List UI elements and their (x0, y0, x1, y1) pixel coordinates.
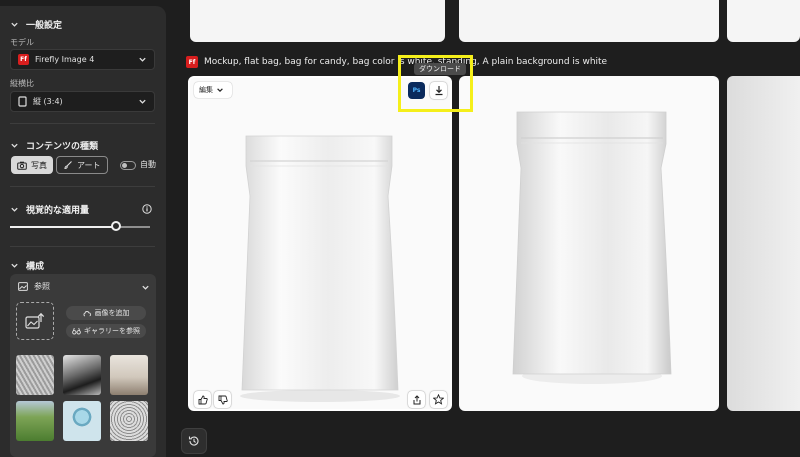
result-card-selected[interactable]: 編集 Ps (188, 76, 452, 411)
cloud-upload-icon (83, 311, 91, 317)
reference-thumbnail-owl-sketch[interactable] (110, 401, 148, 441)
model-value: Firefly Image 4 (35, 55, 95, 64)
brush-icon (64, 161, 72, 170)
reference-thumbnail-interior[interactable] (110, 355, 148, 395)
reference-image-icon (18, 282, 28, 291)
photo-chip[interactable]: 写真 (11, 156, 53, 174)
pouch-mockup-image (512, 111, 672, 384)
firefly-logo-icon: Ff (18, 54, 29, 65)
edit-label: 編集 (199, 86, 213, 94)
chevron-down-icon (11, 207, 18, 212)
result-card[interactable] (727, 76, 800, 411)
content-type-title: コンテンツの種類 (26, 142, 99, 152)
aspect-ratio-select[interactable]: 縦 (3:4) (10, 91, 155, 112)
divider (10, 246, 155, 247)
previous-result-card[interactable] (727, 0, 800, 42)
browse-gallery-button[interactable]: ギャラリーを参照 (66, 324, 146, 338)
share-icon (413, 394, 420, 404)
settings-sidebar: 一般設定 モデル Ff Firefly Image 4 縦横比 縦 (3:4) … (0, 6, 166, 457)
composition-reference-panel: 参照 画像を追加 ギャラリーを参照 (10, 274, 156, 457)
chevron-down-icon (139, 99, 146, 104)
thumbs-up-button[interactable] (194, 391, 211, 408)
add-image-label: 画像を追加 (94, 309, 130, 317)
visual-intensity-slider-fill (10, 226, 117, 228)
aspect-ratio-label: 縦横比 (10, 79, 34, 88)
history-button[interactable] (181, 428, 207, 454)
art-label: アート (77, 160, 101, 170)
highlight-annotation (398, 55, 473, 112)
chevron-down-icon[interactable] (141, 283, 150, 292)
edit-menu-button[interactable]: 編集 (194, 82, 232, 98)
reference-thumbnail-green-road[interactable] (16, 401, 54, 441)
general-settings-title: 一般設定 (26, 21, 63, 31)
result-card[interactable] (459, 76, 719, 411)
general-settings-header[interactable]: 一般設定 (10, 18, 62, 31)
firefly-app: 一般設定 モデル Ff Firefly Image 4 縦横比 縦 (3:4) … (0, 0, 800, 457)
reference-row[interactable]: 参照 (18, 281, 50, 292)
share-button[interactable] (408, 391, 425, 408)
thumbs-down-icon (218, 395, 228, 404)
pouch-mockup-image (240, 135, 400, 402)
reference-thumbnail-sketch-bird[interactable] (16, 355, 54, 395)
visual-intensity-slider-thumb[interactable] (111, 221, 122, 231)
reference-label: 参照 (34, 282, 50, 291)
aspect-ratio-value: 縦 (3:4) (33, 97, 63, 106)
history-icon (188, 436, 199, 446)
chevron-down-icon (11, 143, 18, 148)
star-icon (433, 394, 444, 405)
prompt-row: Ff Mockup, flat bag, bag for candy, bag … (186, 56, 607, 68)
composition-header[interactable]: 構成 (10, 259, 44, 272)
model-select[interactable]: Ff Firefly Image 4 (10, 49, 155, 70)
divider (10, 123, 155, 124)
chevron-down-icon (139, 57, 146, 62)
visual-intensity-title: 視覚的な適用量 (26, 206, 90, 216)
visual-intensity-header[interactable]: 視覚的な適用量 (10, 203, 89, 216)
chevron-down-icon (217, 88, 223, 93)
camera-icon (17, 161, 27, 170)
favorite-button[interactable] (430, 391, 447, 408)
content-type-header[interactable]: コンテンツの種類 (10, 139, 98, 152)
model-label: モデル (10, 38, 34, 47)
thumbs-down-button[interactable] (214, 391, 231, 408)
divider (10, 186, 155, 187)
chevron-down-icon (11, 263, 18, 268)
binoculars-icon (72, 327, 81, 335)
auto-label: 自動 (140, 160, 156, 169)
chevron-down-icon (11, 22, 18, 27)
add-image-button[interactable]: 画像を追加 (66, 306, 146, 320)
portrait-icon (18, 96, 27, 107)
previous-result-card[interactable] (190, 0, 445, 42)
browse-gallery-label: ギャラリーを参照 (84, 327, 140, 335)
reference-thumbnail-bw-landscape[interactable] (63, 355, 101, 395)
auto-toggle[interactable] (120, 161, 136, 170)
composition-title: 構成 (26, 262, 45, 272)
reference-thumbnail-blue-sphere[interactable] (63, 401, 101, 441)
previous-result-card[interactable] (459, 0, 719, 42)
firefly-logo-icon: Ff (186, 56, 198, 68)
art-chip[interactable]: アート (56, 156, 108, 174)
upload-image-icon (25, 312, 45, 329)
photo-label: 写真 (31, 160, 47, 170)
image-upload-dropzone[interactable] (16, 302, 54, 340)
info-icon[interactable] (142, 204, 152, 214)
thumbs-up-icon (198, 395, 208, 404)
